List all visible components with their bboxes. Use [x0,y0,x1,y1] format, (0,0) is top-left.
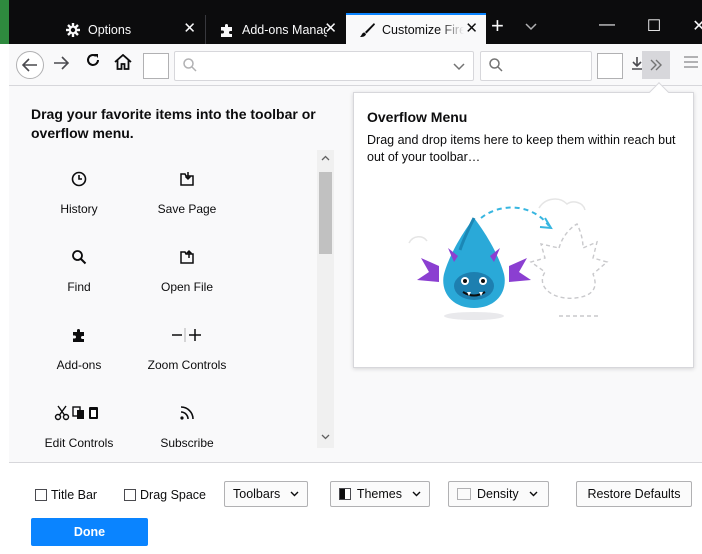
paintbrush-icon [358,21,376,39]
search-icon [183,58,197,75]
checkbox-label: Drag Space [140,488,207,502]
button-label: Toolbars [233,487,281,501]
checkbox-box[interactable] [124,489,136,501]
chevron-down-icon[interactable] [321,432,330,443]
palette-item-label: Find [67,280,91,294]
chevron-down-icon[interactable] [525,20,537,34]
palette-item-edit-controls[interactable]: Edit Controls [29,402,129,450]
flexible-space[interactable] [143,53,169,79]
save-page-icon [137,168,237,190]
palette-scrollbar[interactable] [317,150,334,448]
title-bar-checkbox[interactable]: Title Bar [35,488,97,502]
density-icon [457,488,471,500]
url-bar[interactable] [174,51,474,81]
tab-options[interactable]: Options ✕ [52,15,204,44]
close-tab-icon[interactable]: ✕ [183,21,196,37]
customize-footer: Title Bar Drag Space Toolbars Themes Den… [9,462,702,554]
chevron-up-icon[interactable] [321,153,330,164]
overflow-menu-button[interactable] [642,51,670,79]
button-label: Density [477,487,519,501]
palette-item-add-ons[interactable]: Add-ons [29,324,129,372]
palette-item-find[interactable]: Find [29,246,129,294]
palette-item-subscribe[interactable]: Subscribe [137,402,237,450]
tab-addons-manager[interactable]: Add-ons Manager ✕ [205,15,345,44]
themes-icon [339,488,351,500]
button-label: Restore Defaults [587,487,681,501]
tab-label: Customize Firefox [382,22,464,37]
toolbars-button[interactable]: Toolbars [224,481,308,507]
customization-area: Drag your favorite items into the toolba… [9,82,702,462]
density-button[interactable]: Density [448,481,549,507]
checkbox-label: Title Bar [51,488,98,502]
palette-item-open-file[interactable]: Open File [137,246,237,294]
zoom-controls-icon [137,324,237,346]
palette-item-label: History [60,202,98,216]
find-icon [29,246,129,268]
navigation-toolbar [9,44,702,86]
palette-item-history[interactable]: History [29,168,129,216]
back-button[interactable] [16,51,44,79]
overflow-menu-panel[interactable]: Overflow Menu Drag and drop items here t… [353,82,694,368]
subscribe-icon [137,402,237,424]
drag-space-checkbox[interactable]: Drag Space [124,488,206,502]
chevron-down-icon [529,489,538,499]
home-button[interactable] [114,53,132,73]
overflow-menu-title: Overflow Menu [367,109,468,125]
edit-controls-icon [29,402,129,424]
history-icon [29,168,129,190]
scrollbar-thumb[interactable] [319,172,332,254]
dragon-illustration [399,188,639,341]
open-file-icon [137,246,237,268]
palette-item-label: Save Page [157,202,217,216]
search-bar[interactable] [480,51,592,81]
gear-icon [64,21,82,39]
back-arrow-icon [22,58,37,72]
tab-label: Add-ons Manager [242,22,327,37]
chevron-down-icon [290,489,299,499]
reload-icon [87,54,99,66]
forward-button[interactable] [53,54,70,75]
close-tab-icon[interactable]: ✕ [465,21,478,37]
palette-item-save-page[interactable]: Save Page [137,168,237,216]
checkbox-box[interactable] [35,489,47,501]
done-button[interactable]: Done [31,518,148,546]
tab-bar: Options ✕ Add-ons Manager ✕ Customize Fi… [0,0,702,44]
reload-button[interactable] [85,52,101,73]
palette-item-label: Zoom Controls [147,358,227,372]
palette-item-label: Open File [160,280,214,294]
search-icon [489,58,503,75]
palette-item-label: Add-ons [56,358,102,372]
restore-defaults-button[interactable]: Restore Defaults [576,481,692,507]
minimize-button[interactable]: — [584,16,630,34]
overflow-menu-description: Drag and drop items here to keep them wi… [367,133,676,164]
tab-label: Options [88,22,132,37]
customization-palette: History Save Page Find Open File Add-ons… [29,154,319,456]
button-label: Themes [356,487,402,501]
downloads-icon[interactable] [632,56,642,74]
close-window-button[interactable]: ✕ [676,16,702,36]
palette-item-label: Edit Controls [44,436,114,450]
palette-item-label: Subscribe [160,436,214,450]
addons-icon [29,324,129,346]
flexible-space[interactable] [597,53,623,79]
close-tab-icon[interactable]: ✕ [324,21,337,37]
palette-item-zoom-controls[interactable]: Zoom Controls [137,324,237,372]
maximize-button[interactable]: ☐ [631,16,677,36]
chevron-down-icon[interactable] [453,58,465,74]
themes-button[interactable]: Themes [330,481,430,507]
forward-arrow-icon [54,56,70,70]
chevron-down-icon [412,489,421,499]
double-chevron-right-icon [650,59,662,71]
new-tab-button[interactable]: + [491,14,504,38]
tab-customize-firefox[interactable]: Customize Firefox ✕ [346,13,486,44]
puzzle-icon [218,21,236,39]
home-icon [114,53,132,70]
panel-arrow [649,82,669,102]
palette-heading: Drag your favorite items into the toolba… [31,106,316,141]
menu-icon[interactable] [684,56,698,71]
